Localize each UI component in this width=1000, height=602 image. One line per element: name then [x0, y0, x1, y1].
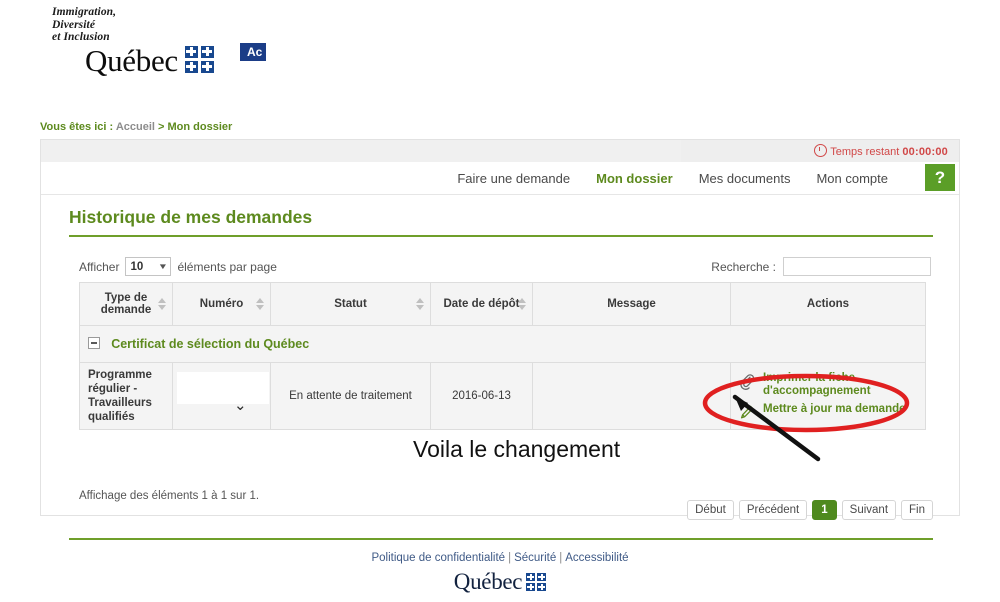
numero-redaction-overlay [177, 372, 269, 404]
pagination-previous[interactable]: Précédent [738, 500, 808, 520]
column-label: Actions [806, 298, 850, 310]
search-input[interactable] [783, 257, 931, 276]
table-info: Affichage des éléments 1 à 1 sur 1. [79, 490, 260, 502]
table-group-row[interactable]: Certificat de sélection du Québec [79, 325, 926, 363]
page-footer: Politique de confidentialité | Sécurité | Ac… [0, 552, 1000, 593]
column-label: Date de dépôt [443, 298, 520, 310]
ministry-line-1: Immigration, [52, 6, 117, 18]
footer-quebec-logo: Québec [0, 570, 1000, 593]
sort-arrows-icon[interactable] [158, 298, 166, 310]
column-header-date-de-depot[interactable]: Date de dépôt [430, 282, 533, 326]
footer-separator: | [508, 552, 512, 564]
footer-link-politique[interactable]: Politique de confidentialité [371, 552, 505, 564]
help-button[interactable]: ? [925, 164, 955, 191]
page-length-value: 10 [130, 260, 144, 273]
pagination-first[interactable]: Début [687, 500, 734, 520]
group-title: Certificat de sélection du Québec [111, 337, 310, 351]
column-label: Numéro [199, 298, 244, 310]
breadcrumb-link-home[interactable]: Accueil [116, 121, 155, 133]
page-length-suffix: éléments par page [177, 259, 277, 274]
column-label: Type de demande [100, 292, 152, 316]
column-header-statut[interactable]: Statut [270, 282, 431, 326]
page-length-control: Afficher 10 ▼ éléments par page [79, 257, 277, 276]
nav-item-mon-dossier[interactable]: Mon dossier [583, 171, 686, 186]
accessibility-badge[interactable]: Ac [240, 43, 266, 61]
nav-item-faire-une-demande[interactable]: Faire une demande [444, 171, 583, 186]
requests-table: Type de demande Numéro Statut Date de dé… [79, 282, 926, 430]
search-label: Recherche : [711, 259, 776, 274]
session-timer: Temps restant 00:00:00 [814, 144, 948, 158]
action-mettre-a-jour[interactable]: Mettre à jour ma demande [739, 403, 917, 421]
breadcrumb-separator: > [158, 121, 165, 133]
quebec-flag-icon [526, 573, 547, 591]
pagination-next[interactable]: Suivant [841, 500, 897, 520]
main-navigation: Faire une demande Mon dossier Mes docume… [41, 162, 959, 195]
chevron-down-icon: ▼ [157, 262, 168, 271]
breadcrumb: Vous êtes ici : Accueil > Mon dossier [40, 121, 232, 133]
sort-arrows-icon[interactable] [416, 298, 424, 310]
column-header-numero[interactable]: Numéro [172, 282, 271, 326]
column-label: Statut [334, 298, 367, 310]
paperclip-icon [740, 373, 755, 390]
footer-link-securite[interactable]: Sécurité [514, 552, 556, 564]
column-header-type-de-demande[interactable]: Type de demande [79, 282, 173, 326]
timer-value: 00:00:00 [902, 146, 948, 158]
cell-statut: En attente de traitement [270, 362, 431, 430]
clock-icon [814, 144, 828, 157]
footer-separator: | [559, 552, 563, 564]
page-length-prefix: Afficher [79, 259, 120, 274]
pagination-page-1[interactable]: 1 [812, 500, 837, 520]
collapse-icon[interactable] [88, 337, 100, 349]
annotation-text: Voila le changement [413, 436, 621, 462]
page-title: Historique de mes demandes [69, 207, 313, 227]
nav-item-mes-documents[interactable]: Mes documents [686, 171, 804, 186]
pagination-last[interactable]: Fin [901, 500, 933, 520]
bottom-divider [69, 538, 933, 540]
action-label: Mettre à jour ma demande [763, 402, 906, 415]
search-control: Recherche : [711, 257, 931, 276]
quebec-flag-icon [184, 45, 214, 73]
cell-type-de-demande: Programme régulier - Travailleurs qualif… [79, 362, 173, 430]
cell-message [532, 362, 731, 430]
quebec-wordmark-text: Québec [85, 42, 178, 78]
footer-wordmark-text: Québec [453, 569, 523, 594]
action-label: Imprimer la fiche d'accompagnement [763, 371, 871, 398]
cell-actions: Imprimer la fiche d'accompagnement Mettr… [730, 362, 926, 430]
footer-link-accessibilite[interactable]: Accessibilité [565, 552, 628, 564]
nav-items: Faire une demande Mon dossier Mes docume… [444, 162, 901, 194]
quebec-wordmark: Québec [85, 45, 214, 76]
ministry-line-3: et Inclusion [52, 31, 110, 44]
group-row-cell: Certificat de sélection du Québec [79, 325, 926, 363]
cell-date-de-depot: 2016-06-13 [430, 362, 533, 430]
timer-label: Temps restant [830, 146, 900, 158]
column-label: Message [607, 298, 656, 310]
footer-links: Politique de confidentialité | Sécurité | Ac… [0, 552, 1000, 564]
title-divider [69, 235, 933, 237]
pencil-icon [740, 405, 754, 418]
sort-arrows-icon[interactable] [518, 298, 526, 310]
table-row: Programme régulier - Travailleurs qualif… [79, 362, 926, 430]
breadcrumb-current: Mon dossier [167, 121, 233, 133]
pagination: Début Précédent 1 Suivant Fin [687, 500, 933, 520]
sort-arrows-icon[interactable] [256, 298, 264, 310]
ministry-line-2: Diversité [52, 18, 96, 31]
ministry-logo: Immigration, Diversité et Inclusion Québ… [52, 6, 214, 76]
site-header: Immigration, Diversité et Inclusion Québ… [0, 0, 1000, 104]
column-header-message: Message [532, 282, 731, 326]
breadcrumb-label: Vous êtes ici : [40, 121, 114, 133]
page-length-select[interactable]: 10 ▼ [125, 257, 172, 276]
column-header-actions: Actions [730, 282, 926, 326]
topbar-left-region [41, 140, 681, 162]
nav-item-mon-compte[interactable]: Mon compte [803, 171, 901, 186]
action-imprimer-la-fiche[interactable]: Imprimer la fiche d'accompagnement [739, 372, 917, 399]
cell-numero: ⌄ [172, 362, 271, 430]
session-topbar: Temps restant 00:00:00 [41, 140, 959, 163]
table-header-row: Type de demande Numéro Statut Date de dé… [79, 282, 926, 326]
